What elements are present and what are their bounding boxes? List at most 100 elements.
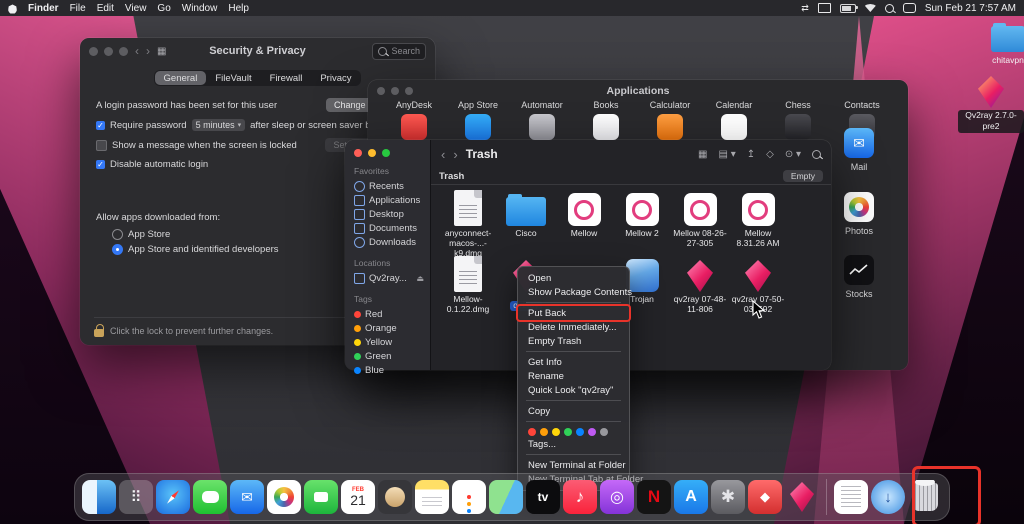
desktop-icon-chitavpn[interactable]: chitavpn bbox=[976, 26, 1024, 65]
display-icon[interactable] bbox=[818, 3, 831, 13]
app-label[interactable]: AnyDesk bbox=[382, 100, 446, 110]
menu-item-tags[interactable]: Tags... bbox=[518, 437, 629, 451]
app-label[interactable]: Contacts bbox=[830, 100, 894, 110]
sidebar-tag-green[interactable]: Green bbox=[354, 349, 430, 363]
dock-music-icon[interactable]: ♪ bbox=[563, 480, 597, 514]
dock-podcasts-icon[interactable]: ◎ bbox=[600, 480, 634, 514]
dock-netflix-icon[interactable]: N bbox=[637, 480, 671, 514]
sidebar-tag-red[interactable]: Red bbox=[354, 307, 430, 321]
dock-launchpad-icon[interactable]: ⠿ bbox=[119, 480, 153, 514]
file-mellow-2[interactable]: Mellow 2 bbox=[613, 186, 671, 258]
app-label[interactable]: App Store bbox=[446, 100, 510, 110]
menu-help[interactable]: Help bbox=[228, 3, 249, 14]
dock-photos-icon[interactable] bbox=[267, 480, 301, 514]
orange-tag-swatch[interactable] bbox=[540, 428, 548, 436]
menu-edit[interactable]: Edit bbox=[97, 3, 114, 14]
action-menu-icon[interactable]: ⊙ ▾ bbox=[785, 149, 801, 160]
dock-maps-icon[interactable] bbox=[489, 480, 523, 514]
calendar-icon[interactable] bbox=[721, 114, 747, 140]
file-mellow[interactable]: Mellow bbox=[555, 186, 613, 258]
dock-downloads-icon[interactable]: ↓ bbox=[871, 480, 905, 514]
app-label[interactable]: Calculator bbox=[638, 100, 702, 110]
automator-icon[interactable] bbox=[529, 114, 555, 140]
menu-bar-clock[interactable]: Sun Feb 21 7:57 AM bbox=[925, 3, 1016, 14]
anydesk-icon[interactable] bbox=[401, 114, 427, 140]
app-label[interactable]: Calendar bbox=[702, 100, 766, 110]
menu-item-new-terminal[interactable]: New Terminal at Folder bbox=[518, 458, 629, 472]
app-item-stocks[interactable]: Stocks bbox=[829, 255, 889, 299]
dock-calendar-icon[interactable]: FEB 21 bbox=[341, 480, 375, 514]
dock-reminders-icon[interactable] bbox=[452, 480, 486, 514]
file-mellow-08[interactable]: Mellow 08-26-27-305 bbox=[671, 186, 729, 258]
menu-item-rename[interactable]: Rename bbox=[518, 369, 629, 383]
sidebar-tag-orange[interactable]: Orange bbox=[354, 321, 430, 335]
books-icon[interactable] bbox=[593, 114, 619, 140]
file-anyconnect-dmg[interactable]: anyconnect-macos-...-k9.dmg bbox=[439, 186, 497, 258]
menu-item-copy[interactable]: Copy bbox=[518, 404, 629, 418]
icon-view-icon[interactable]: ▦ bbox=[698, 149, 707, 160]
tab-general[interactable]: General bbox=[155, 71, 207, 85]
sidebar-tag-yellow[interactable]: Yellow bbox=[354, 335, 430, 349]
forward-button[interactable]: › bbox=[453, 147, 457, 162]
calculator-icon[interactable] bbox=[657, 114, 683, 140]
blue-tag-swatch[interactable] bbox=[576, 428, 584, 436]
dock-textedit-icon[interactable] bbox=[834, 480, 868, 514]
yellow-tag-swatch[interactable] bbox=[552, 428, 560, 436]
file-mellow-831[interactable]: Mellow 8.31.26 AM bbox=[729, 186, 787, 258]
menu-item-show-package-contents[interactable]: Show Package Contents bbox=[518, 285, 629, 299]
show-message-checkbox[interactable] bbox=[96, 140, 107, 151]
sidebar-tag-blue[interactable]: Blue bbox=[354, 363, 430, 377]
dock-facetime-icon[interactable] bbox=[304, 480, 338, 514]
file-mellow-dmg[interactable]: Mellow-0.1.22.dmg bbox=[439, 252, 497, 315]
zoom-button[interactable] bbox=[382, 149, 390, 157]
dock-messages-icon[interactable] bbox=[193, 480, 227, 514]
app-item-mail[interactable]: ✉ Mail bbox=[829, 128, 889, 172]
menu-file[interactable]: File bbox=[70, 3, 86, 14]
tab-filevault[interactable]: FileVault bbox=[206, 71, 260, 85]
tab-firewall[interactable]: Firewall bbox=[261, 71, 312, 85]
dock-safari-icon[interactable] bbox=[156, 480, 190, 514]
dock-finder-icon[interactable] bbox=[82, 480, 116, 514]
list-view-icon[interactable]: ▤ ▾ bbox=[718, 149, 735, 160]
disable-auto-login-checkbox[interactable]: ✓ bbox=[96, 160, 105, 169]
fast-user-switch-icon[interactable]: ⇄ bbox=[801, 3, 809, 14]
back-button[interactable]: ‹ bbox=[441, 147, 445, 162]
file-cisco-folder[interactable]: Cisco bbox=[497, 186, 555, 258]
empty-trash-button[interactable]: Empty bbox=[783, 170, 823, 182]
battery-icon[interactable] bbox=[840, 4, 856, 13]
menu-finder[interactable]: Finder bbox=[28, 3, 59, 14]
dock-notes-icon[interactable] bbox=[415, 480, 449, 514]
apple-menu-icon[interactable] bbox=[8, 3, 17, 14]
menu-view[interactable]: View bbox=[125, 3, 147, 14]
tab-privacy[interactable]: Privacy bbox=[311, 71, 360, 85]
dock-qv2ray-installer-icon[interactable]: ◆ bbox=[748, 480, 782, 514]
menu-item-quick-look[interactable]: Quick Look "qv2ray" bbox=[518, 383, 629, 397]
dock-settings-icon[interactable]: ✱ bbox=[711, 480, 745, 514]
menu-item-put-back[interactable]: Put Back bbox=[518, 306, 629, 320]
chess-icon[interactable] bbox=[785, 114, 811, 140]
dock-contacts-icon[interactable] bbox=[378, 480, 412, 514]
menu-window[interactable]: Window bbox=[182, 3, 218, 14]
app-item-photos[interactable]: Photos bbox=[829, 192, 889, 236]
minimize-button[interactable] bbox=[368, 149, 376, 157]
sidebar-item-recents[interactable]: Recents bbox=[354, 179, 430, 193]
app-label[interactable]: Books bbox=[574, 100, 638, 110]
spotlight-icon[interactable] bbox=[885, 4, 894, 13]
dock-qv2ray-icon[interactable] bbox=[785, 480, 819, 514]
app-store-identified-radio[interactable] bbox=[112, 244, 123, 255]
sidebar-item-documents[interactable]: Documents bbox=[354, 221, 430, 235]
app-label[interactable]: Automator bbox=[510, 100, 574, 110]
interval-dropdown[interactable]: 5 minutes ▾ bbox=[192, 119, 246, 131]
require-password-checkbox[interactable]: ✓ bbox=[96, 121, 105, 130]
file-qv2ray-0748[interactable]: qv2ray 07-48-11-806 bbox=[671, 252, 729, 315]
wifi-icon[interactable] bbox=[865, 4, 876, 12]
search-icon[interactable] bbox=[812, 150, 821, 159]
gray-tag-swatch[interactable] bbox=[600, 428, 608, 436]
menu-go[interactable]: Go bbox=[157, 3, 170, 14]
purple-tag-swatch[interactable] bbox=[588, 428, 596, 436]
sidebar-item-downloads[interactable]: Downloads bbox=[354, 235, 430, 249]
eject-icon[interactable]: ⏏ bbox=[416, 274, 424, 283]
lock-icon[interactable] bbox=[94, 329, 104, 337]
red-tag-swatch[interactable] bbox=[528, 428, 536, 436]
menu-item-open[interactable]: Open bbox=[518, 271, 629, 285]
